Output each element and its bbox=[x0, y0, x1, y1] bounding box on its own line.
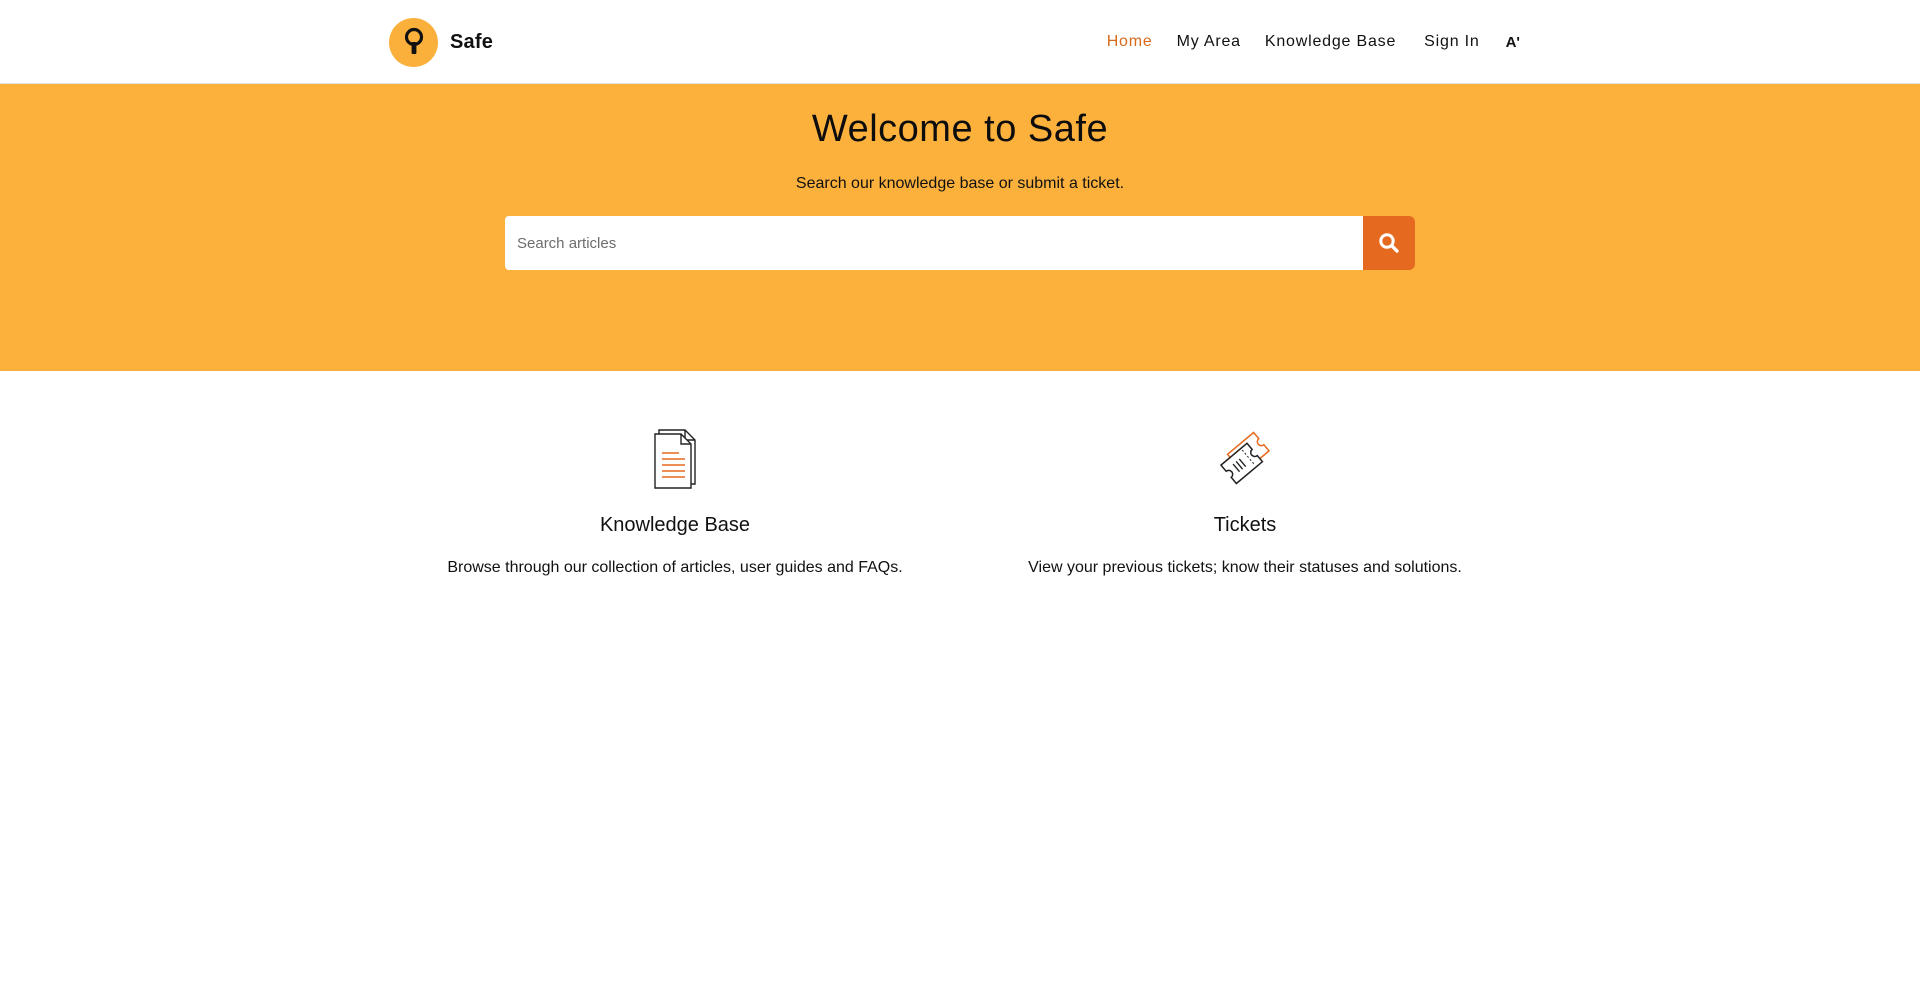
document-icon bbox=[430, 425, 920, 491]
search-icon bbox=[1379, 233, 1399, 253]
card-description: Browse through our collection of article… bbox=[447, 559, 903, 576]
hero-subtitle: Search our knowledge base or submit a ti… bbox=[795, 174, 1125, 192]
card-description: View your previous tickets; know their s… bbox=[1028, 559, 1462, 576]
font-size-toggle-icon[interactable]: A' bbox=[1492, 34, 1520, 51]
nav-knowledge-base[interactable]: Knowledge Base bbox=[1253, 33, 1408, 51]
brand-name: Safe bbox=[450, 30, 494, 53]
feature-cards: Knowledge Base Browse through our collec… bbox=[0, 371, 1920, 671]
tickets-card[interactable]: Tickets View your previous tickets; know… bbox=[1005, 425, 1485, 577]
main-nav: Home My Area Knowledge Base Sign In A' bbox=[1095, 33, 1520, 51]
search-button[interactable] bbox=[1363, 216, 1415, 270]
header-inner: Safe Home My Area Knowledge Base Sign In… bbox=[389, 0, 1520, 84]
search-bar bbox=[505, 216, 1415, 270]
brand-link[interactable]: Safe bbox=[389, 17, 494, 67]
card-title: Knowledge Base bbox=[599, 514, 751, 536]
nav-sign-in[interactable]: Sign In bbox=[1408, 33, 1491, 51]
nav-my-area[interactable]: My Area bbox=[1165, 33, 1253, 51]
keyhole-logo-icon bbox=[389, 17, 438, 67]
search-input[interactable] bbox=[505, 216, 1363, 270]
nav-home[interactable]: Home bbox=[1095, 33, 1165, 51]
page-title: Welcome to Safe bbox=[811, 108, 1109, 150]
card-title: Tickets bbox=[1213, 514, 1277, 536]
hero-banner: Welcome to Safe Search our knowledge bas… bbox=[0, 84, 1920, 371]
ticket-icon bbox=[1005, 425, 1485, 491]
knowledge-base-card[interactable]: Knowledge Base Browse through our collec… bbox=[430, 425, 920, 577]
site-header: Safe Home My Area Knowledge Base Sign In… bbox=[0, 0, 1920, 84]
